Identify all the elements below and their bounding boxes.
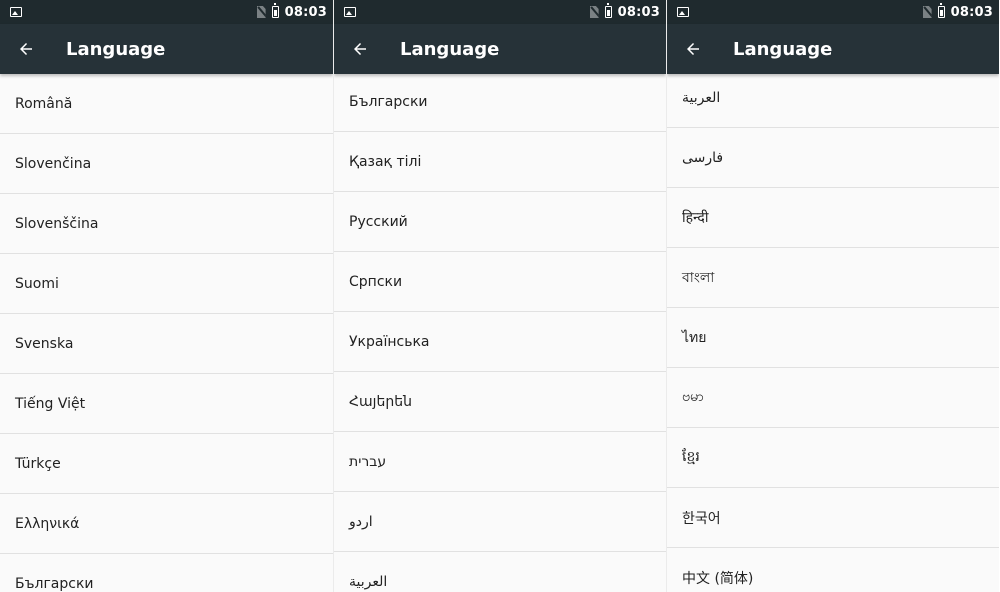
language-item[interactable]: ไทย	[667, 308, 999, 368]
language-item[interactable]: Română	[0, 74, 333, 134]
status-bar: 08:03	[334, 0, 666, 24]
page-title: Language	[733, 38, 833, 60]
screen-2: 08:03 Language Български Қазақ тілі Русс…	[333, 0, 666, 592]
language-item[interactable]: বাংলা	[667, 248, 999, 308]
gallery-notification-icon	[344, 7, 356, 17]
language-list: Română Slovenčina Slovenščina Suomi Sven…	[0, 74, 333, 592]
gallery-notification-icon	[677, 7, 689, 17]
app-bar: Language	[667, 24, 999, 74]
app-bar: Language	[0, 24, 333, 74]
arrow-back-icon	[354, 43, 366, 55]
language-item[interactable]: 中文 (简体)	[667, 548, 999, 592]
language-item[interactable]: Български	[0, 554, 333, 592]
language-list: Български Қазақ тілі Русский Српски Укра…	[334, 72, 666, 592]
screenshot-strip: 08:03 Language Română Slovenčina Slovenš…	[0, 0, 1000, 592]
language-item[interactable]: فارسی	[667, 128, 999, 188]
back-button[interactable]	[667, 24, 719, 74]
screen-1: 08:03 Language Română Slovenčina Slovenš…	[0, 0, 333, 592]
language-item[interactable]: Українська	[334, 312, 666, 372]
status-time: 08:03	[617, 4, 660, 20]
language-list: العربية فارسی हिन्दी বাংলা ไทย ဗမာ ខ្មែរ…	[667, 68, 999, 592]
language-item[interactable]: Հայերեն	[334, 372, 666, 432]
language-item[interactable]: Български	[334, 72, 666, 132]
status-time: 08:03	[284, 4, 327, 20]
page-title: Language	[66, 38, 166, 60]
language-item[interactable]: Slovenščina	[0, 194, 333, 254]
no-sim-icon	[589, 6, 599, 18]
arrow-back-icon	[687, 43, 699, 55]
battery-icon	[604, 3, 612, 18]
language-item[interactable]: اردو	[334, 492, 666, 552]
language-item[interactable]: Ελληνικά	[0, 494, 333, 554]
page-title: Language	[400, 38, 500, 60]
arrow-back-icon	[20, 43, 32, 55]
language-item[interactable]: العربية	[334, 552, 666, 592]
back-button[interactable]	[334, 24, 386, 74]
language-item[interactable]: Slovenčina	[0, 134, 333, 194]
gallery-notification-icon	[10, 7, 22, 17]
language-item[interactable]: Tiếng Việt	[0, 374, 333, 434]
language-item[interactable]: ខ្មែរ	[667, 428, 999, 488]
language-item[interactable]: Svenska	[0, 314, 333, 374]
language-item[interactable]: हिन्दी	[667, 188, 999, 248]
status-time: 08:03	[950, 4, 993, 20]
language-item[interactable]: Қазақ тілі	[334, 132, 666, 192]
screen-3: 08:03 Language العربية فارسی हिन्दी বাংল…	[666, 0, 999, 592]
status-bar: 08:03	[667, 0, 999, 24]
app-bar: Language	[334, 24, 666, 74]
language-item[interactable]: العربية	[667, 68, 999, 128]
language-item[interactable]: 한국어	[667, 488, 999, 548]
no-sim-icon	[256, 6, 266, 18]
status-bar: 08:03	[0, 0, 333, 24]
language-item[interactable]: Türkçe	[0, 434, 333, 494]
language-item[interactable]: עברית	[334, 432, 666, 492]
battery-icon	[271, 3, 279, 18]
language-item[interactable]: ဗမာ	[667, 368, 999, 428]
battery-icon	[937, 3, 945, 18]
language-item[interactable]: Српски	[334, 252, 666, 312]
back-button[interactable]	[0, 24, 52, 74]
language-item[interactable]: Suomi	[0, 254, 333, 314]
language-item[interactable]: Русский	[334, 192, 666, 252]
no-sim-icon	[922, 6, 932, 18]
